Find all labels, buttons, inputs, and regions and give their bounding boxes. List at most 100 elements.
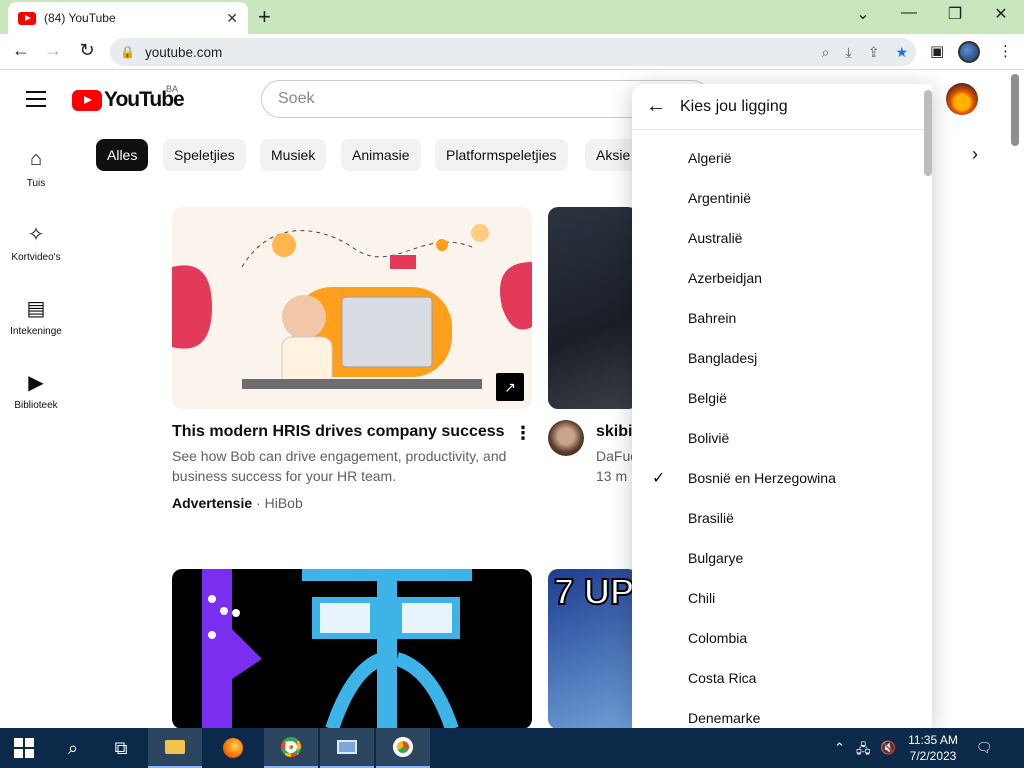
notifications-icon[interactable]: 🗨	[976, 740, 993, 756]
country-label: Colombia	[688, 630, 748, 646]
file-explorer-icon[interactable]	[148, 728, 202, 768]
firefox-icon[interactable]	[206, 728, 260, 768]
country-option[interactable]: Denemarke	[632, 698, 932, 728]
hamburger-menu-icon[interactable]	[26, 91, 46, 112]
country-option[interactable]: Algerië	[632, 138, 932, 178]
country-option[interactable]: Brasilië	[632, 498, 932, 538]
clock-time: 11:35 AM	[908, 733, 958, 747]
location-picker-header: ← Kies jou ligging	[632, 84, 932, 130]
guide-item-subscriptions[interactable]: ▤ Intekeninge	[0, 296, 72, 337]
profile-avatar-icon[interactable]	[958, 41, 980, 63]
country-list: Algerië Argentinië Australië Azerbeidjan Bah…	[632, 130, 932, 728]
home-icon: ⌂	[29, 148, 43, 170]
chip-musiek[interactable]: Musiek	[260, 139, 327, 171]
back-arrow-icon[interactable]: ←	[646, 95, 668, 118]
lock-icon[interactable]: 🔒	[120, 45, 135, 59]
new-tab-button[interactable]: +	[258, 4, 271, 30]
country-option[interactable]: Bulgarye	[632, 538, 932, 578]
chip-animasie[interactable]: Animasie	[341, 139, 421, 171]
guide-label: Intekeninge	[10, 326, 62, 337]
video-thumbnail-game[interactable]	[172, 569, 532, 729]
search-icon[interactable]: ⌕	[46, 728, 100, 768]
browser-tab[interactable]: (84) YouTube ✕	[8, 2, 248, 34]
country-option[interactable]: Colombia	[632, 618, 932, 658]
country-option[interactable]: Bangladesj	[632, 338, 932, 378]
chrome-icon-active[interactable]	[376, 728, 430, 768]
country-label: Algerië	[688, 150, 732, 166]
country-label: Costa Rica	[688, 670, 757, 686]
ad-label: Advertensie	[172, 495, 253, 511]
address-bar[interactable]: 🔒 youtube.com ⌕ ⤓ ⇪ ★	[110, 38, 916, 66]
guide-item-shorts[interactable]: ✧ Kortvideo's	[0, 222, 72, 263]
video-thumbnail-skibidi[interactable]	[548, 207, 638, 409]
tab-title: (84) YouTube	[44, 11, 116, 25]
video-thumbnail-7up[interactable]: 7 UP	[548, 569, 638, 729]
library-icon: ▶	[28, 372, 44, 394]
guide-item-library[interactable]: ▶ Biblioteek	[0, 370, 72, 411]
video-age: 13 m	[596, 468, 628, 484]
url-text[interactable]: youtube.com	[145, 45, 814, 60]
forward-icon[interactable]: →	[42, 40, 64, 61]
video-description-line: business success for your HR team.	[172, 468, 397, 484]
windows-taskbar: ⌕ ⧉ ⌃ 🖧 🔇 11:35 AM 7/2/2023 🗨	[0, 728, 1024, 768]
youtube-logo[interactable]: YouTube BA	[72, 84, 185, 112]
reload-icon[interactable]: ↻	[76, 40, 98, 61]
country-label: Bulgarye	[688, 550, 744, 566]
chip-alles[interactable]: Alles	[96, 139, 149, 171]
maximize-button[interactable]: ❐	[932, 4, 978, 24]
video-thumbnail-hris[interactable]	[172, 207, 532, 409]
remote-desktop-icon[interactable]	[320, 728, 374, 768]
advertiser-name[interactable]: · HiBob	[256, 495, 303, 511]
game-thumbnail-art	[202, 569, 472, 729]
subscriptions-icon: ▤	[26, 298, 46, 320]
browser-menu-icon[interactable]: ⋮	[998, 42, 1013, 60]
country-option[interactable]: Chili	[632, 578, 932, 618]
country-option[interactable]: Costa Rica	[632, 658, 932, 698]
country-option[interactable]: Australië	[632, 218, 932, 258]
network-icon[interactable]: 🖧	[856, 740, 871, 762]
country-label: Bangladesj	[688, 350, 758, 366]
browser-tab-strip: (84) YouTube ✕ + ⌄ — ❐ ✕	[0, 0, 1024, 34]
browser-toolbar: ← → ↻ 🔒 youtube.com ⌕ ⤓ ⇪ ★ ▣ ⋮	[0, 34, 1024, 70]
chevron-right-icon[interactable]: ›	[972, 144, 978, 165]
page-scrollbar[interactable]	[1011, 74, 1019, 146]
chip-platformspeletjies[interactable]: Platformspeletjies	[435, 139, 568, 171]
guide-item-home[interactable]: ⌂ Tuis	[0, 148, 72, 189]
country-option[interactable]: ✓ Bosnië en Herzegowina	[632, 458, 932, 498]
bookmark-star-icon[interactable]: ★	[895, 44, 908, 61]
clock-date: 7/2/2023	[909, 749, 957, 763]
country-label: België	[688, 390, 727, 406]
share-icon[interactable]: ⇪	[868, 44, 880, 61]
install-icon[interactable]: ⤓	[846, 44, 852, 61]
channel-avatar[interactable]	[548, 420, 584, 456]
windows-start-icon[interactable]	[14, 738, 34, 758]
chip-speletjies[interactable]: Speletjies	[163, 139, 246, 171]
country-option[interactable]: Bolivië	[632, 418, 932, 458]
country-label: Bosnië en Herzegowina	[688, 470, 836, 486]
country-option[interactable]: Azerbeidjan	[632, 258, 932, 298]
tab-close-icon[interactable]: ✕	[226, 10, 238, 27]
chrome-icon[interactable]	[264, 728, 318, 768]
hris-illustration	[172, 224, 532, 389]
minimize-button[interactable]: —	[886, 4, 932, 22]
youtube-play-icon	[72, 89, 102, 111]
guide-label: Kortvideo's	[11, 252, 61, 263]
zoom-search-icon[interactable]: ⌕	[822, 44, 830, 61]
more-options-icon[interactable]: ⋮	[514, 423, 532, 444]
side-panel-icon[interactable]: ▣	[930, 42, 944, 60]
popup-scrollbar[interactable]	[924, 90, 932, 176]
back-icon[interactable]: ←	[10, 40, 32, 61]
taskbar-clock[interactable]: 11:35 AM 7/2/2023	[905, 732, 961, 764]
close-window-button[interactable]: ✕	[978, 4, 1024, 24]
tab-search-icon[interactable]: ⌄	[840, 4, 886, 24]
country-option[interactable]: België	[632, 378, 932, 418]
external-link-icon[interactable]: ↗	[496, 373, 524, 401]
country-option[interactable]: Bahrein	[632, 298, 932, 338]
volume-muted-icon[interactable]: 🔇	[880, 740, 896, 756]
task-view-icon[interactable]: ⧉	[94, 728, 148, 768]
country-option[interactable]: Argentinië	[632, 178, 932, 218]
tray-chevron-icon[interactable]: ⌃	[834, 740, 845, 756]
video-description-line: See how Bob can drive engagement, produc…	[172, 448, 507, 464]
video-title[interactable]: This modern HRIS drives company success	[172, 423, 505, 441]
account-avatar[interactable]	[946, 83, 978, 115]
